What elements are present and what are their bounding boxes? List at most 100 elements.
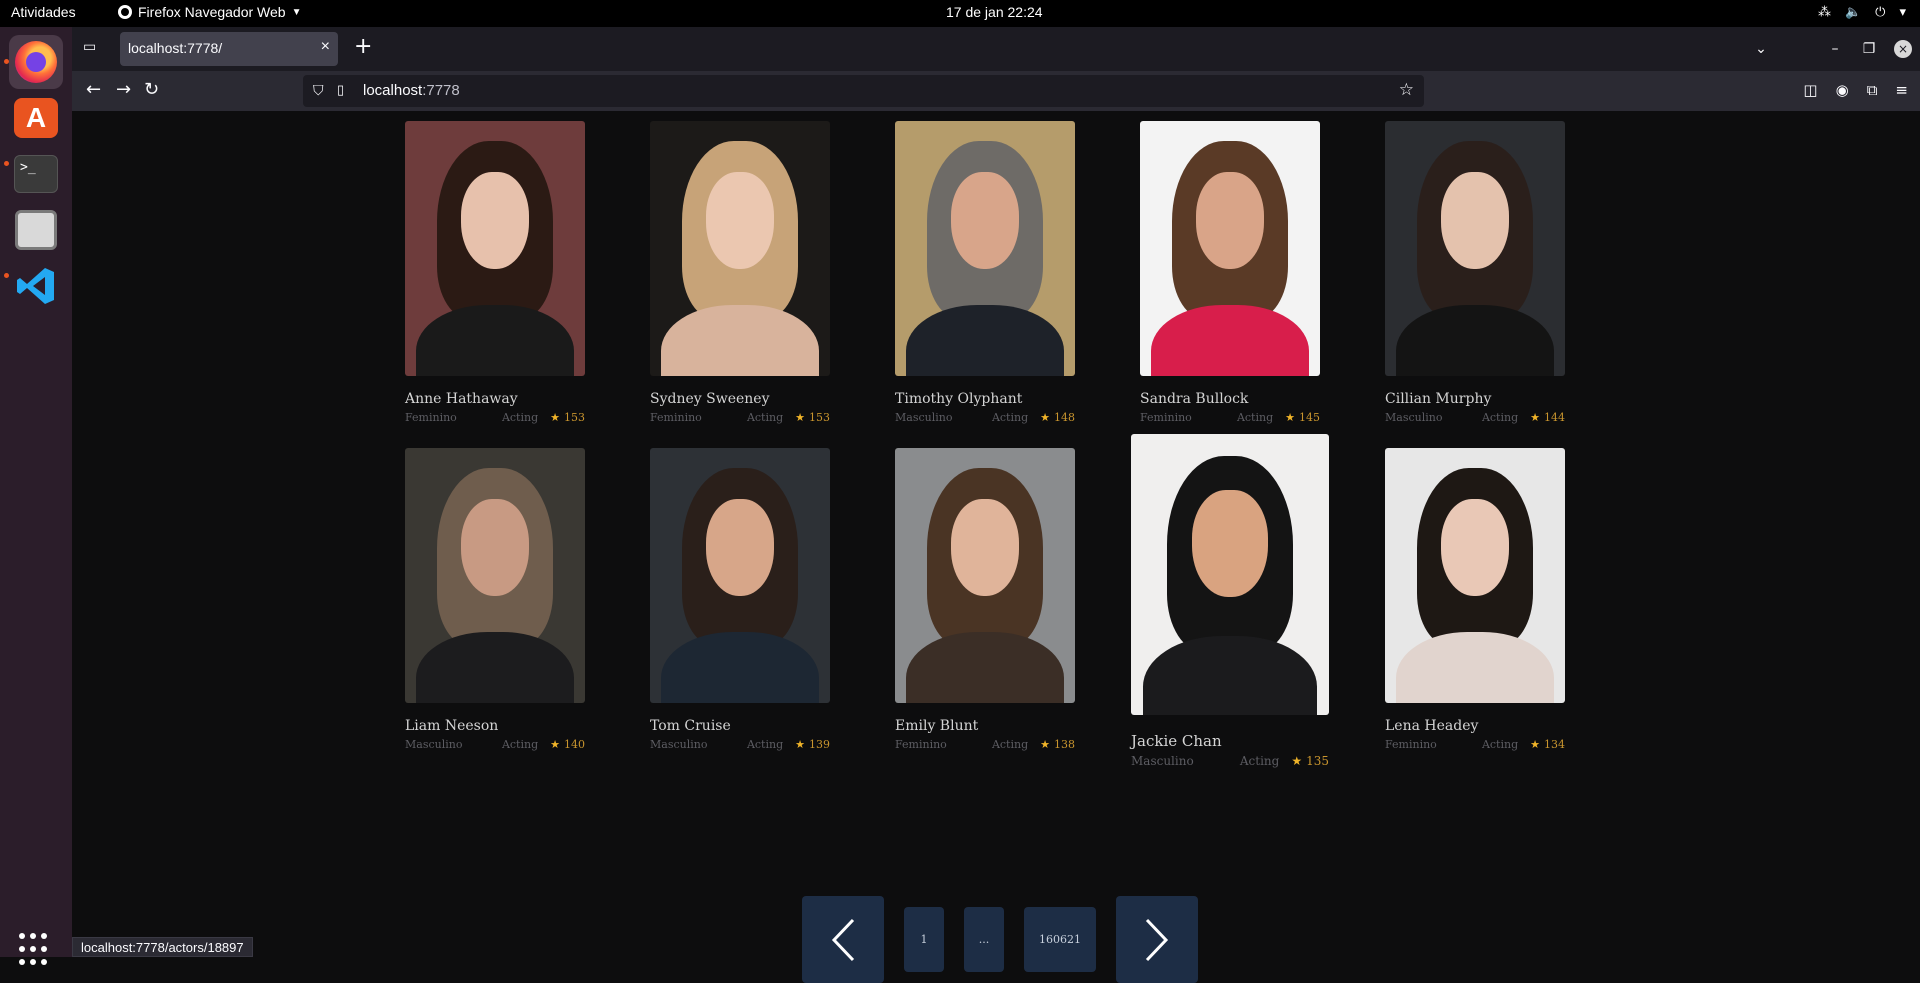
actor-department: Acting [1481,411,1519,424]
actor-name[interactable]: Sandra Bullock [1140,391,1320,407]
tab-overview-icon[interactable]: ▭ [83,39,103,59]
close-tab-icon[interactable]: × [321,38,330,56]
actor-card[interactable]: Jackie Chan Masculino Acting ★ 135 [1131,434,1329,768]
actor-department: Acting [501,738,539,751]
actor-meta: Feminino Acting ★ 134 [1385,738,1565,751]
actor-meta: Feminino Acting ★ 138 [895,738,1075,751]
bookmark-star-icon[interactable]: ☆ [1399,80,1414,100]
terminal-icon: >_ [14,155,58,193]
actor-name[interactable]: Sydney Sweeney [650,391,830,407]
actor-popularity: ★ 135 [1291,754,1329,768]
actor-card[interactable]: Timothy Olyphant Masculino Acting ★ 148 [895,121,1075,424]
page-1-button[interactable]: 1 [904,907,944,972]
actor-gender: Feminino [895,738,947,751]
tab-active[interactable]: localhost:7778/ × [120,32,338,66]
actor-photo[interactable] [1140,121,1320,376]
url-bar[interactable]: ⛉ ▯ localhost:7778 ☆ [303,75,1424,107]
actor-meta: Feminino Acting ★ 153 [405,411,585,424]
actor-name[interactable]: Jackie Chan [1131,732,1329,750]
url-text[interactable]: localhost:7778 [363,82,460,99]
actor-name[interactable]: Emily Blunt [895,718,1075,734]
chevron-left-icon [831,918,855,961]
actor-name[interactable]: Lena Headey [1385,718,1565,734]
account-icon[interactable]: ◉ [1836,81,1849,99]
actor-photo[interactable] [650,448,830,703]
actor-name[interactable]: Tom Cruise [650,718,830,734]
last-page-button[interactable]: 160621 [1024,907,1096,972]
actor-card[interactable]: Sandra Bullock Feminino Acting ★ 145 [1140,121,1320,424]
app-menu[interactable]: Firefox Navegador Web ▼ [118,4,302,20]
actor-name[interactable]: Liam Neeson [405,718,585,734]
tracking-protection-icon[interactable]: ⛉ [313,82,324,99]
toolbar-right: ◫ ◉ ⧉ ≡ [1803,81,1908,99]
actor-gender: Feminino [405,411,457,424]
star-icon: ★ [1040,411,1050,424]
actor-card[interactable]: Sydney Sweeney Feminino Acting ★ 153 [650,121,830,424]
activities-button[interactable]: Atividades [11,4,76,20]
files-icon [15,210,57,250]
volume-icon: 🔈 [1844,4,1862,19]
new-tab-icon[interactable]: + [354,36,372,58]
show-apps-icon[interactable] [19,933,53,967]
dock-terminal[interactable]: >_ [9,147,63,201]
dock-vscode[interactable] [9,259,63,313]
firefox-icon [15,41,57,83]
chevron-right-icon [1145,918,1169,961]
actor-department: Acting [1481,738,1519,751]
actor-photo[interactable] [895,121,1075,376]
next-page-button[interactable] [1116,896,1198,983]
star-icon: ★ [795,738,805,751]
dock-firefox[interactable] [9,35,63,89]
actor-card[interactable]: Anne Hathaway Feminino Acting ★ 153 [405,121,585,424]
actor-photo[interactable] [1385,121,1565,376]
pocket-icon[interactable]: ◫ [1803,81,1817,99]
actor-card[interactable]: Liam Neeson Masculino Acting ★ 140 [405,448,585,751]
clock[interactable]: 17 de jan 22:24 [946,4,1043,20]
actor-gender: Feminino [650,411,702,424]
close-window-icon[interactable]: × [1894,40,1912,58]
actor-department: Acting [1239,754,1280,768]
actor-card[interactable]: Lena Headey Feminino Acting ★ 134 [1385,448,1565,751]
dock: A >_ [0,27,72,965]
star-icon: ★ [1040,738,1050,751]
menu-icon[interactable]: ≡ [1895,81,1908,99]
actor-popularity: ★ 144 [1530,411,1565,424]
reload-icon[interactable]: ↻ [144,80,159,100]
actor-meta: Masculino Acting ★ 139 [650,738,830,751]
actor-card[interactable]: Cillian Murphy Masculino Acting ★ 144 [1385,121,1565,424]
actor-photo[interactable] [405,448,585,703]
actor-photo[interactable] [405,121,585,376]
system-menu[interactable]: ⁂ 🔈 ⏻ ▾ [1818,4,1906,20]
actor-name[interactable]: Cillian Murphy [1385,391,1565,407]
actor-department: Acting [991,411,1029,424]
page-content: Anne Hathaway Feminino Acting ★ 153 Sydne… [72,111,1920,983]
forward-icon[interactable]: → [116,80,131,100]
actor-gender: Masculino [405,738,463,751]
page-info-icon[interactable]: ▯ [337,82,344,98]
dock-files[interactable] [9,203,63,257]
prev-page-button[interactable] [802,896,884,983]
star-icon: ★ [1530,411,1540,424]
actor-gender: Masculino [895,411,953,424]
actor-photo[interactable] [895,448,1075,703]
actor-name[interactable]: Timothy Olyphant [895,391,1075,407]
list-all-tabs-icon[interactable]: ⌄ [1744,41,1778,57]
dock-app-center[interactable]: A [9,91,63,145]
chevron-down-icon: ▾ [1899,4,1906,19]
actor-department: Acting [1236,411,1274,424]
maximize-icon[interactable]: ❐ [1852,41,1886,57]
network-icon: ⁂ [1817,4,1831,19]
actor-photo[interactable] [1385,448,1565,703]
actor-photo[interactable] [650,121,830,376]
actor-popularity: ★ 134 [1530,738,1565,751]
actor-card[interactable]: Tom Cruise Masculino Acting ★ 139 [650,448,830,751]
actor-popularity: ★ 138 [1040,738,1075,751]
chevron-down-icon: ▼ [291,6,302,18]
back-icon[interactable]: ← [86,80,101,100]
actor-card[interactable]: Emily Blunt Feminino Acting ★ 138 [895,448,1075,751]
actor-name[interactable]: Anne Hathaway [405,391,585,407]
actor-photo[interactable] [1131,434,1329,715]
actor-popularity: ★ 139 [795,738,830,751]
minimize-icon[interactable]: – [1818,41,1852,57]
extensions-icon[interactable]: ⧉ [1867,81,1878,99]
